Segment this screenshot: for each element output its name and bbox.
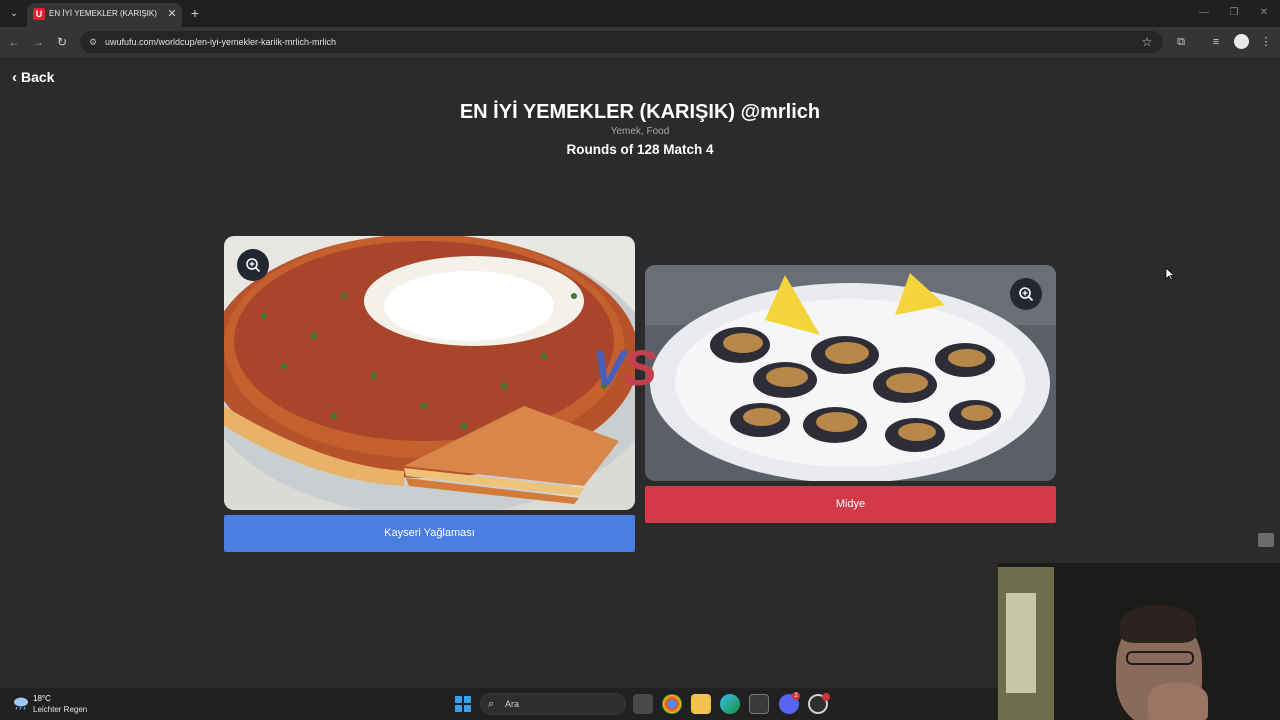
- discord-icon[interactable]: 2: [779, 692, 800, 714]
- window-close-button[interactable]: ✕: [1256, 5, 1272, 21]
- weather-temperature[interactable]: 18°C: [33, 694, 51, 703]
- tab-search-button[interactable]: ⌄: [5, 5, 23, 22]
- left-choice-button[interactable]: Kayseri Yağlaması: [224, 515, 635, 552]
- zoom-in-button-left[interactable]: [237, 249, 269, 281]
- url-text[interactable]: uwufufu.com/worldcup/en-iyi-yemekler-kar…: [105, 37, 336, 47]
- task-view-icon[interactable]: [633, 694, 653, 714]
- midye-photo: [645, 265, 1056, 481]
- taskbar-search[interactable]: ⌕ Ara: [480, 693, 626, 715]
- overlay-widget-icon[interactable]: [1258, 533, 1274, 547]
- windows-start-icon[interactable]: [455, 696, 471, 712]
- back-nav-icon[interactable]: ←: [6, 34, 22, 50]
- search-placeholder: Ara: [505, 699, 520, 709]
- reload-icon[interactable]: ↻: [54, 34, 70, 50]
- vs-letter-s: S: [623, 340, 656, 396]
- media-controls-icon[interactable]: ≡: [1208, 34, 1224, 50]
- zoom-in-icon: [1019, 287, 1034, 302]
- kayseri-yaglamasi-photo: [224, 236, 635, 510]
- webcam-background-light: [1006, 593, 1036, 693]
- uwufufu-favicon-icon: U: [33, 8, 45, 20]
- extensions-icon[interactable]: ⧉: [1173, 34, 1189, 50]
- menu-kebab-icon[interactable]: ⋮: [1258, 34, 1274, 50]
- right-choice-button[interactable]: Midye: [645, 486, 1056, 523]
- left-choice-image[interactable]: [224, 236, 635, 510]
- new-tab-button[interactable]: +: [188, 5, 202, 21]
- browser-tab-active[interactable]: U EN İYİ YEMEKLER (KARIŞIK) @mrlich ✕: [27, 3, 182, 27]
- back-button[interactable]: ‹ Back: [12, 69, 54, 89]
- webcam-overlay: [998, 563, 1280, 720]
- browser-toolbar: ← → ↻ ⚙ uwufufu.com/worldcup/en-iyi-yeme…: [0, 27, 1280, 57]
- file-explorer-icon[interactable]: [691, 694, 711, 714]
- bookmark-star-icon[interactable]: ☆: [1139, 34, 1155, 50]
- tab-close-icon[interactable]: ✕: [165, 7, 179, 21]
- chevron-left-icon: ‹: [12, 69, 17, 86]
- vs-letter-v: V: [592, 340, 625, 396]
- rain-cloud-icon: [14, 697, 28, 710]
- forward-nav-icon[interactable]: →: [30, 34, 46, 50]
- vs-label: VS: [592, 339, 657, 397]
- tab-title: EN İYİ YEMEKLER (KARIŞIK) @mrlich: [49, 9, 159, 18]
- discord-badge: 2: [792, 692, 800, 700]
- chrome-icon[interactable]: [662, 694, 682, 714]
- window-restore-button[interactable]: ❐: [1226, 5, 1242, 21]
- zoom-in-button-right[interactable]: [1010, 278, 1042, 310]
- webcam-person-hand: [1148, 683, 1208, 720]
- webcam-person-glasses: [1126, 651, 1194, 665]
- webcam-person-hair: [1120, 605, 1196, 643]
- notification-dot: [822, 693, 830, 701]
- right-choice-image[interactable]: [645, 265, 1056, 481]
- browser-tab-bar: ⌄ U EN İYİ YEMEKLER (KARIŞIK) @mrlich ✕ …: [0, 0, 1280, 27]
- mouse-cursor-icon: [1165, 267, 1175, 281]
- back-label: Back: [21, 69, 55, 85]
- store-icon[interactable]: [749, 694, 769, 714]
- steam-icon[interactable]: [808, 693, 830, 714]
- category-subtitle: Yemek, Food: [610, 126, 670, 137]
- profile-avatar[interactable]: [1234, 34, 1249, 49]
- round-info: Rounds of 128 Match 4: [566, 142, 714, 157]
- search-icon: ⌕: [488, 698, 495, 710]
- window-minimize-button[interactable]: —: [1196, 5, 1212, 21]
- site-info-icon[interactable]: ⚙: [87, 36, 99, 48]
- page-title: EN İYİ YEMEKLER (KARIŞIK) @mrlich: [459, 101, 821, 123]
- zoom-in-icon: [246, 258, 261, 273]
- edge-icon[interactable]: [720, 694, 740, 714]
- weather-description[interactable]: Leichter Regen: [33, 705, 87, 714]
- address-bar[interactable]: ⚙ uwufufu.com/worldcup/en-iyi-yemekler-k…: [80, 31, 1163, 53]
